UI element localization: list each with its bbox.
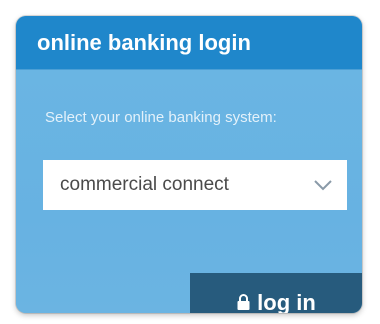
card-body: Select your online banking system: comme… xyxy=(16,70,362,313)
login-button[interactable]: log in xyxy=(190,273,362,313)
online-banking-login-card: online banking login Select your online … xyxy=(16,16,362,313)
chevron-down-icon xyxy=(314,180,332,191)
lock-icon xyxy=(237,294,250,310)
system-select-prompt: Select your online banking system: xyxy=(45,109,277,126)
selected-system-value: commercial connect xyxy=(60,174,229,195)
card-title: online banking login xyxy=(16,16,362,70)
banking-system-select[interactable]: commercial connect xyxy=(43,160,347,210)
login-button-label: log in xyxy=(257,290,316,313)
